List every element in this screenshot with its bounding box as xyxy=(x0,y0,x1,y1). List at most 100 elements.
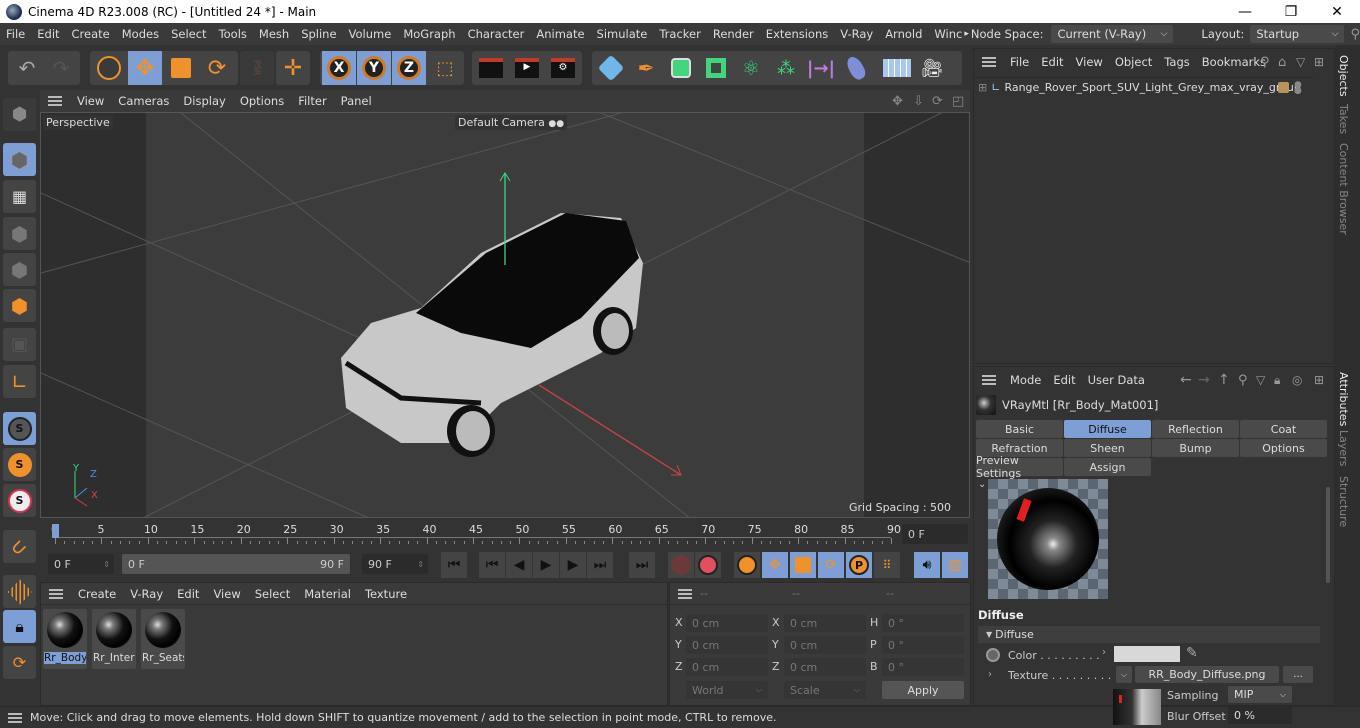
menu-spline[interactable]: Spline xyxy=(295,27,342,41)
move-alt-button[interactable]: ✛ xyxy=(276,51,310,85)
key-parameter-button[interactable]: P xyxy=(846,552,872,578)
3d-viewport[interactable]: Y Z X Perspective Default Camera ●● Grid… xyxy=(40,112,970,518)
pos-z-field[interactable]: 0 cm xyxy=(686,658,768,676)
attr-menu-user-data[interactable]: User Data xyxy=(1082,373,1151,387)
animate-param-icon[interactable] xyxy=(986,648,1000,662)
timeline-ruler[interactable]: 051015202530354045505560657075808590 0 F xyxy=(40,518,970,548)
render-view-button[interactable] xyxy=(474,51,508,85)
mat-menu-view[interactable]: View xyxy=(206,587,247,601)
mat-menu-material[interactable]: Material xyxy=(297,587,358,601)
filter-icon[interactable]: ▽ xyxy=(1256,373,1265,387)
hamburger-icon[interactable] xyxy=(49,588,63,599)
subdivision-button[interactable] xyxy=(664,51,698,85)
expand-chevron-icon[interactable]: › xyxy=(988,669,992,680)
redo-button[interactable]: ↷ xyxy=(44,51,78,85)
next-frame-button[interactable]: ▶ xyxy=(560,552,586,578)
go-to-end-button[interactable]: ⏭ xyxy=(629,552,655,578)
rot-b-field[interactable]: 0 ° xyxy=(882,658,964,676)
vp-menu-panel[interactable]: Panel xyxy=(334,94,379,108)
axis-mode-button[interactable]: ∟ xyxy=(3,365,36,398)
menu-modes[interactable]: Modes xyxy=(116,27,165,41)
mat-menu-vray[interactable]: V-Ray xyxy=(123,587,170,601)
vp-menu-view[interactable]: View xyxy=(70,94,111,108)
material-item[interactable]: Rr_Interi xyxy=(92,609,136,669)
previous-key-button[interactable]: ⏮ xyxy=(479,552,505,578)
rotate-button[interactable]: ⟳ xyxy=(200,51,234,85)
new-panel-icon[interactable]: ⊞ xyxy=(1314,55,1324,69)
uv-mode-button[interactable]: ▣ xyxy=(3,328,36,361)
record-keys-button[interactable] xyxy=(668,552,694,578)
menu-arnold[interactable]: Arnold xyxy=(879,27,928,41)
menu-tools[interactable]: Tools xyxy=(213,27,253,41)
obj-menu-tags[interactable]: Tags xyxy=(1158,55,1195,69)
diffuse-group-header[interactable]: ▼ Diffuse xyxy=(978,626,1320,643)
forward-arrow-icon[interactable]: → xyxy=(1198,372,1210,388)
vp-menu-options[interactable]: Options xyxy=(233,94,291,108)
color-swatch[interactable] xyxy=(1114,646,1180,662)
side-tab-takes[interactable]: Takes xyxy=(1337,104,1350,134)
collapse-chevron-icon[interactable]: ⌄ xyxy=(978,479,986,490)
object-row[interactable]: ⊞ ∟ Range_Rover_Sport_SUV_Light_Grey_max… xyxy=(974,77,1314,97)
mat-menu-select[interactable]: Select xyxy=(248,587,297,601)
side-tab-objects[interactable]: Objects xyxy=(1337,55,1350,97)
size-y-field[interactable]: 0 cm xyxy=(784,636,866,654)
playhead[interactable] xyxy=(52,524,59,538)
home-icon[interactable]: ⌂ xyxy=(1278,55,1286,70)
tab-sheen[interactable]: Sheen xyxy=(1064,439,1151,457)
camera-button[interactable]: 🎥︎ xyxy=(915,51,949,85)
floor-button[interactable] xyxy=(880,51,914,85)
tab-coat[interactable]: Coat xyxy=(1240,420,1327,438)
pan-view-icon[interactable]: ✥ xyxy=(892,94,903,109)
play-button[interactable]: ▶ xyxy=(533,552,559,578)
dolly-view-icon[interactable]: ⇩ xyxy=(913,94,924,109)
current-frame-field[interactable]: 0 F xyxy=(902,524,968,544)
obj-menu-edit[interactable]: Edit xyxy=(1035,55,1069,69)
vp-menu-filter[interactable]: Filter xyxy=(291,94,333,108)
frame-range-slider[interactable]: 0 F 90 F xyxy=(122,554,350,574)
tab-assign[interactable]: Assign xyxy=(1064,458,1151,476)
side-tab-content-browser[interactable]: Content Browser xyxy=(1337,143,1350,235)
polygon-mode-button[interactable]: ⬢ xyxy=(3,289,36,322)
side-tab-structure[interactable]: Structure xyxy=(1337,476,1350,527)
menu-vray[interactable]: V-Ray xyxy=(834,27,879,41)
target-icon[interactable]: ◎ xyxy=(1292,373,1302,387)
mat-menu-edit[interactable]: Edit xyxy=(170,587,206,601)
undo-button[interactable]: ↶ xyxy=(10,51,44,85)
obj-menu-file[interactable]: File xyxy=(1004,55,1035,69)
start-frame-field[interactable]: 0 F ⇕ xyxy=(48,554,114,574)
scrollbar[interactable] xyxy=(1326,487,1330,583)
obj-menu-object[interactable]: Object xyxy=(1109,55,1158,69)
menu-render[interactable]: Render xyxy=(707,27,760,41)
texture-file-button[interactable]: RR_Body_Diffuse.png xyxy=(1135,666,1279,683)
workplane-button[interactable] xyxy=(3,575,36,608)
layout-dropdown[interactable]: Startup ⌵ xyxy=(1250,25,1345,43)
menu-animate[interactable]: Animate xyxy=(530,27,590,41)
close-button[interactable]: ✕ xyxy=(1314,0,1360,23)
search-icon[interactable]: ⚲ xyxy=(1350,27,1360,42)
vp-menu-display[interactable]: Display xyxy=(176,94,232,108)
tab-bump[interactable]: Bump xyxy=(1152,439,1239,457)
layer-tag-icon[interactable] xyxy=(1278,82,1289,93)
filter-icon[interactable]: ▽ xyxy=(1296,55,1305,69)
attr-menu-edit[interactable]: Edit xyxy=(1047,373,1081,387)
blur-offset-field[interactable]: 0 % xyxy=(1228,707,1292,724)
snap-3d-button[interactable]: S xyxy=(3,448,36,481)
extrude-button[interactable] xyxy=(699,51,733,85)
coordinate-system-button[interactable]: ⬚ xyxy=(428,51,462,85)
size-z-field[interactable]: 0 cm xyxy=(784,658,866,676)
scale-button[interactable] xyxy=(164,51,198,85)
autokey-button[interactable] xyxy=(695,552,721,578)
menu-volume[interactable]: Volume xyxy=(343,27,398,41)
move-button[interactable]: ✥ xyxy=(128,51,162,85)
rot-h-field[interactable]: 0 ° xyxy=(882,614,964,632)
next-key-button[interactable]: ⏭ xyxy=(587,552,613,578)
texture-mode-button[interactable]: ▦ xyxy=(3,180,36,213)
hamburger-icon[interactable] xyxy=(8,712,22,723)
tab-reflection[interactable]: Reflection xyxy=(1152,420,1239,438)
tab-preview-settings[interactable]: Preview Settings xyxy=(976,454,1063,480)
snap-2d-button[interactable]: S xyxy=(3,412,36,445)
hamburger-icon[interactable] xyxy=(982,57,996,67)
rot-p-field[interactable]: 0 ° xyxy=(882,636,964,654)
go-to-start-button[interactable]: ⏮ xyxy=(441,552,467,578)
tab-diffuse[interactable]: Diffuse xyxy=(1064,420,1151,438)
